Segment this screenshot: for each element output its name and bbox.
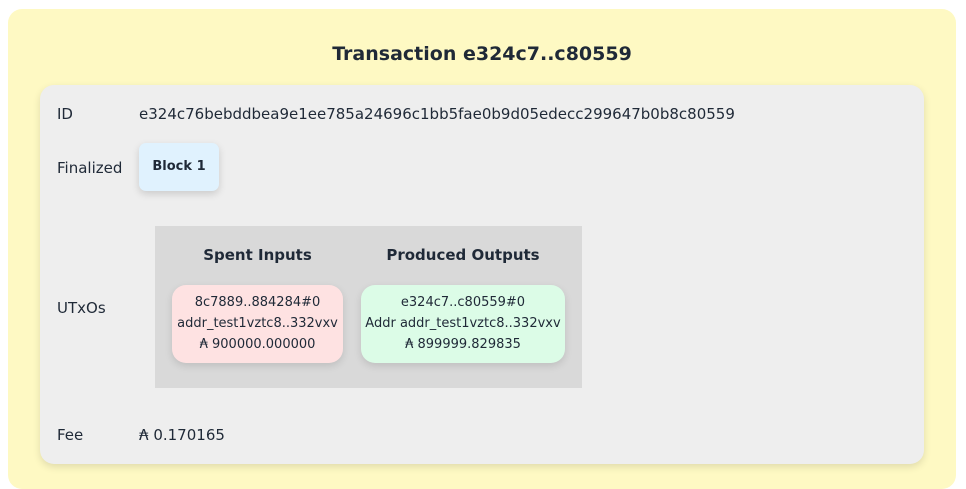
utxo-panel: Spent Inputs Produced Outputs 8c7889..88…	[155, 226, 582, 388]
utxo-amount: ₳ 899999.829835	[361, 334, 565, 355]
id-label: ID	[57, 105, 73, 123]
fee-amount: 0.170165	[153, 426, 225, 444]
produced-outputs-heading: Produced Outputs	[386, 246, 540, 264]
spent-inputs-heading: Spent Inputs	[203, 246, 312, 264]
ada-symbol-icon: ₳	[199, 337, 208, 352]
utxo-amount-value: 899999.829835	[417, 337, 521, 352]
transaction-id-value: e324c76bebddbea9e1ee785a24696c1bb5fae0b9…	[139, 105, 735, 123]
fee-value: ₳ 0.170165	[139, 426, 225, 444]
page-title: Transaction e324c7..c80559	[332, 43, 632, 65]
utxo-ref: e324c7..c80559#0	[400, 295, 526, 310]
fee-label: Fee	[57, 426, 84, 444]
utxo-amount-value: 900000.000000	[212, 337, 316, 352]
transaction-details-card: ID e324c76bebddbea9e1ee785a24696c1bb5fae…	[40, 85, 924, 464]
produced-output-utxo[interactable]: e324c7..c80559#0 Addr addr_test1vztc8..3…	[361, 285, 565, 363]
utxo-address: Addr addr_test1vztc8..332vxv	[365, 316, 561, 331]
utxos-label: UTxOs	[57, 299, 106, 317]
ada-symbol-icon: ₳	[405, 337, 414, 352]
utxo-amount: ₳ 900000.000000	[172, 334, 343, 355]
utxo-address: addr_test1vztc8..332vxv	[177, 316, 338, 331]
ada-symbol-icon: ₳	[139, 426, 149, 444]
block-link[interactable]: Block 1	[139, 143, 219, 191]
transaction-panel: Transaction e324c7..c80559 ID e324c76beb…	[8, 9, 956, 489]
spent-input-utxo[interactable]: 8c7889..884284#0 addr_test1vztc8..332vxv…	[172, 285, 343, 363]
finalized-label: Finalized	[57, 159, 123, 177]
utxo-ref: 8c7889..884284#0	[194, 295, 321, 310]
